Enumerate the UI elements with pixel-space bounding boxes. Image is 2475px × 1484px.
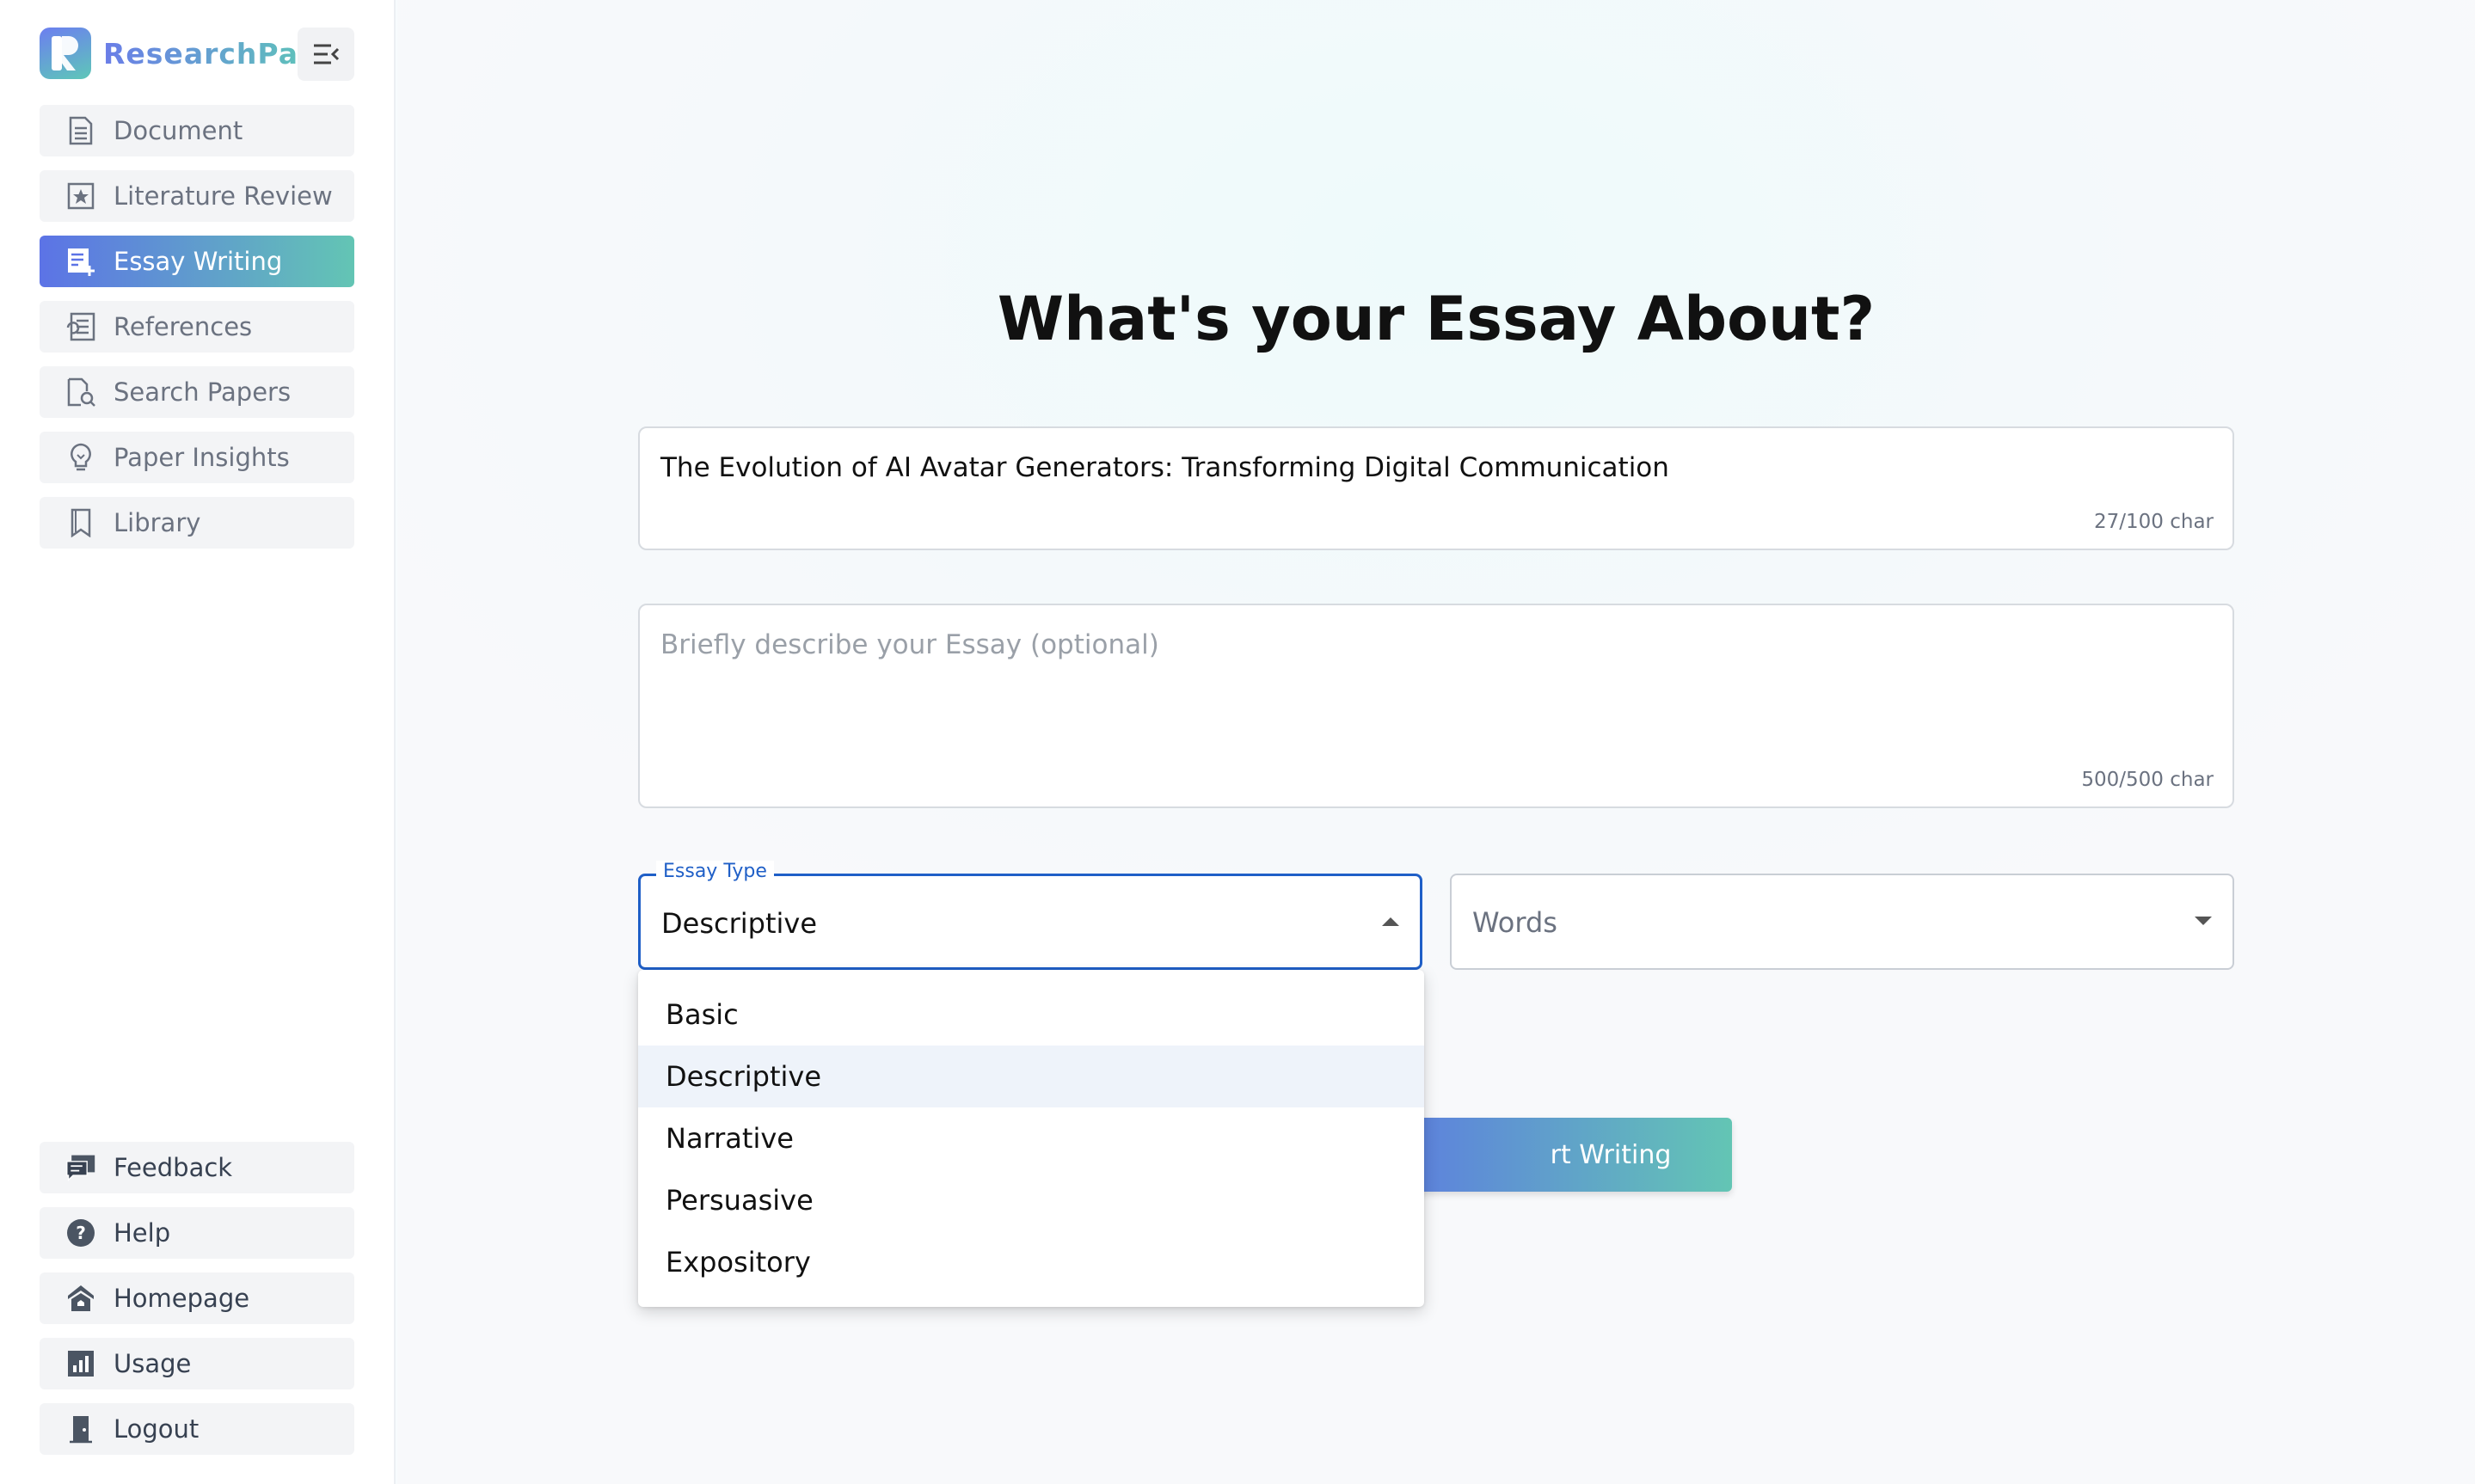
sidebar-item-usage[interactable]: Usage [40, 1338, 354, 1389]
essay-type-option-descriptive[interactable]: Descriptive [638, 1046, 1424, 1107]
chevron-up-icon [1382, 917, 1399, 926]
sidebar-item-paper-insights[interactable]: Paper Insights [40, 432, 354, 483]
feedback-icon [65, 1152, 96, 1183]
essay-type-select[interactable]: Essay Type Descriptive [638, 861, 1422, 970]
start-writing-label: rt Writing [1550, 1139, 1672, 1170]
essay-topic-input[interactable]: The Evolution of AI Avatar Generators: T… [638, 426, 2234, 550]
sidebar-item-label: Homepage [114, 1284, 250, 1313]
essay-type-option-persuasive[interactable]: Persuasive [638, 1169, 1424, 1231]
researchpal-logo-icon [40, 28, 91, 79]
sidebar-item-homepage[interactable]: Homepage [40, 1272, 354, 1324]
lightbulb-icon [65, 442, 96, 473]
references-icon [65, 311, 96, 342]
essay-type-option-expository[interactable]: Expository [638, 1231, 1424, 1293]
search-document-icon [65, 377, 96, 408]
sidebar-item-search-papers[interactable]: Search Papers [40, 366, 354, 418]
main-content: What's your Essay About? The Evolution o… [397, 0, 2475, 1484]
sidebar-item-label: Usage [114, 1349, 192, 1378]
description-char-counter: 500/500 char [2081, 769, 2214, 791]
sidebar-item-label: Paper Insights [114, 443, 290, 472]
sidebar-item-label: Document [114, 116, 243, 145]
logout-door-icon [65, 1413, 96, 1444]
brand-name: ResearchPal [103, 36, 310, 71]
sidebar-item-label: Logout [114, 1414, 200, 1444]
essay-edit-icon [65, 246, 96, 277]
chevron-down-icon [2195, 917, 2212, 925]
usage-chart-icon [65, 1348, 96, 1379]
words-placeholder: Words [1472, 906, 1557, 939]
sidebar-item-label: Search Papers [114, 377, 292, 407]
help-icon: ? [65, 1217, 96, 1248]
essay-type-dropdown-menu: Basic Descriptive Narrative Persuasive E… [638, 970, 1424, 1307]
topic-char-counter: 27/100 char [2094, 511, 2214, 533]
words-select[interactable]: Words [1450, 874, 2234, 970]
logo[interactable]: ResearchPal [40, 28, 309, 79]
sidebar-item-label: Literature Review [114, 181, 333, 211]
sidebar-item-label: Feedback [114, 1153, 233, 1182]
sidebar-item-help[interactable]: ? Help [40, 1207, 354, 1259]
essay-type-option-narrative[interactable]: Narrative [638, 1107, 1424, 1169]
essay-topic-value: The Evolution of AI Avatar Generators: T… [660, 452, 1669, 483]
sidebar-item-label: Essay Writing [114, 247, 283, 276]
sidebar: ResearchPal Document Literature Review E… [0, 0, 396, 1484]
collapse-menu-icon [314, 44, 340, 64]
sidebar-nav: Document Literature Review Essay Writing… [40, 105, 354, 562]
home-icon [65, 1283, 96, 1314]
essay-description-textarea[interactable]: Briefly describe your Essay (optional) 5… [638, 604, 2234, 808]
essay-type-label: Essay Type [656, 861, 774, 882]
essay-type-value: Descriptive [661, 907, 818, 940]
description-placeholder: Briefly describe your Essay (optional) [660, 629, 1159, 660]
sidebar-item-document[interactable]: Document [40, 105, 354, 156]
page-title: What's your Essay About? [997, 284, 1876, 354]
bookmark-icon [65, 507, 96, 538]
sidebar-item-literature-review[interactable]: Literature Review [40, 170, 354, 222]
sidebar-item-essay-writing[interactable]: Essay Writing [40, 236, 354, 287]
sidebar-footer-nav: Feedback ? Help Homepage Usage Logout [40, 1142, 354, 1469]
sidebar-item-references[interactable]: References [40, 301, 354, 353]
sidebar-item-label: Help [114, 1218, 171, 1248]
sidebar-item-feedback[interactable]: Feedback [40, 1142, 354, 1193]
svg-text:?: ? [76, 1223, 86, 1243]
sidebar-item-label: Library [114, 508, 201, 537]
sidebar-item-label: References [114, 312, 253, 341]
collapse-sidebar-button[interactable] [298, 28, 354, 81]
essay-type-option-basic[interactable]: Basic [638, 984, 1424, 1046]
document-icon [65, 115, 96, 146]
sidebar-item-logout[interactable]: Logout [40, 1403, 354, 1455]
sidebar-item-library[interactable]: Library [40, 497, 354, 549]
star-box-icon [65, 181, 96, 212]
